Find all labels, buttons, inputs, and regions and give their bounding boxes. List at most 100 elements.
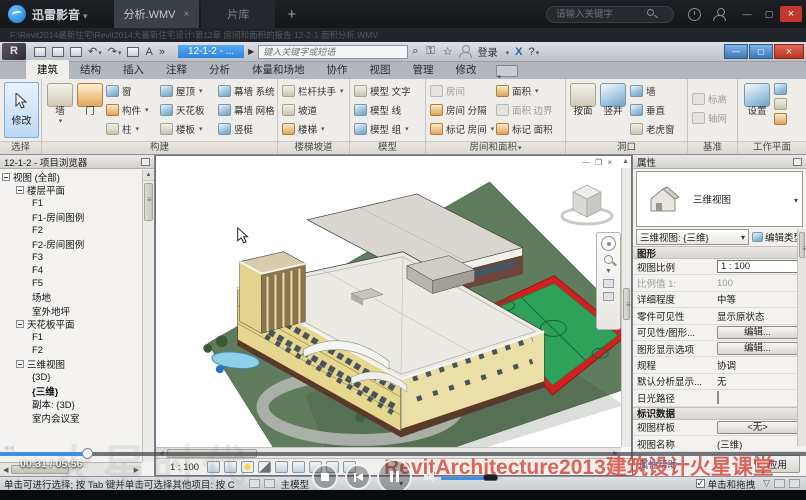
tree-item[interactable]: {3D} [0, 371, 142, 384]
scroll-up-icon[interactable]: ▲ [143, 170, 154, 181]
subscription-key-icon[interactable]: ⚿ [426, 45, 434, 58]
vertical-opening-button[interactable]: 垂直 [628, 100, 684, 119]
video-content[interactable]: F:\Revit2014最新住宅\Revit2014大最新住宅设计\第12章 房… [0, 28, 806, 490]
active-design-option[interactable]: 主模型 [281, 477, 310, 491]
tree-item[interactable]: 室内会议室 [0, 411, 142, 424]
wall-button[interactable]: 墙 [44, 81, 76, 127]
detail-level-icon[interactable] [207, 461, 220, 473]
type-dropdown[interactable]: 三维视图: {三维} ▾ [636, 229, 749, 245]
property-row[interactable]: 图形显示选项编辑... [633, 341, 806, 357]
grid-button[interactable]: 轴网 [690, 108, 736, 127]
pause-button[interactable] [377, 459, 412, 494]
revit-restore-button[interactable] [749, 44, 773, 59]
tree-item[interactable]: 楼层平面 [0, 183, 142, 196]
property-row[interactable]: 日光路径 [633, 390, 806, 406]
scroll-right-icon[interactable]: ▶ [131, 466, 142, 474]
rewind-icon[interactable] [3, 444, 14, 452]
tab-annotate[interactable]: 注释 [155, 60, 198, 79]
viewcube[interactable] [559, 178, 617, 228]
drawing-area[interactable]: —❐× ▲ ▼ [155, 155, 632, 476]
tab-analyze[interactable]: 分析 [198, 60, 241, 79]
properties-scrollbar[interactable] [797, 229, 806, 446]
navigation-bar[interactable]: ▼ [596, 232, 621, 330]
column-button[interactable]: 柱 [104, 119, 158, 138]
tree-item[interactable]: 天花板平面 [0, 317, 142, 330]
revit-close-button[interactable] [774, 44, 804, 59]
visual-style-icon[interactable] [224, 461, 237, 473]
floor-button[interactable]: 楼板 [158, 119, 216, 138]
redo-icon[interactable]: ↷ [108, 45, 122, 58]
tree-item[interactable]: F2 [0, 344, 142, 357]
chevron-down-icon[interactable]: ▾ [794, 196, 798, 205]
room-button[interactable]: 房间 [428, 81, 494, 100]
video-progress-bar[interactable] [0, 452, 806, 456]
text-icon[interactable]: A [145, 46, 152, 58]
tree-item[interactable]: 视图 (全部) [0, 170, 142, 183]
chevron-down-icon[interactable]: ▼ [605, 268, 612, 275]
tree-item-active-view[interactable]: {三维} [0, 384, 142, 397]
tab-view[interactable]: 视图 [359, 60, 402, 79]
tree-item[interactable]: 室外地坪 [0, 304, 142, 317]
property-row[interactable]: 规程协调 [633, 357, 806, 373]
roof-button[interactable]: 屋顶 [158, 81, 216, 100]
open-icon[interactable] [34, 47, 46, 57]
property-row[interactable]: 比例值 1:100 [633, 275, 806, 291]
property-row[interactable]: 视图比例1 : 100 [633, 259, 806, 275]
model-group-button[interactable]: 模型 组 [352, 119, 424, 138]
view-scale-value[interactable]: 1 : 100 [717, 260, 798, 273]
tree-item[interactable]: F5 [0, 277, 142, 290]
wall-opening-button[interactable]: 墙 [628, 81, 684, 100]
ribbon-state-toggle-icon[interactable] [496, 65, 518, 77]
tree-item[interactable]: 场地 [0, 291, 142, 304]
sun-path-icon[interactable] [241, 461, 254, 473]
player-logo-icon[interactable] [8, 5, 26, 23]
tab-structure[interactable]: 结构 [69, 60, 112, 79]
history-clock-icon[interactable] [688, 8, 701, 21]
tree-item[interactable]: F3 [0, 250, 142, 263]
revit-app-button[interactable]: R [2, 43, 26, 60]
property-row[interactable]: 可见性/图形...编辑... [633, 325, 806, 341]
type-selector[interactable]: 三维视图 ▾ [636, 171, 803, 227]
steering-wheel-icon[interactable] [601, 236, 616, 251]
show-workplane-icon[interactable] [774, 83, 787, 95]
modify-button[interactable]: 修改 [4, 82, 39, 138]
room-separator-button[interactable]: 房间 分隔 [428, 100, 494, 119]
nav-option-icon[interactable] [603, 292, 614, 301]
view-window-buttons[interactable]: —❐× [582, 158, 617, 167]
area-button[interactable]: 面积 [494, 81, 564, 100]
revit-minimize-button[interactable] [724, 44, 748, 59]
new-tab-button[interactable]: + [287, 6, 296, 23]
edit-button[interactable]: 编辑... [717, 342, 798, 355]
search-icon[interactable] [647, 9, 654, 16]
collapse-icon[interactable] [16, 186, 24, 194]
property-row[interactable]: 默认分析显示...无 [633, 374, 806, 390]
ramp-button[interactable]: 坡道 [280, 100, 348, 119]
tree-item[interactable]: F1 [0, 331, 142, 344]
viewer-icon[interactable] [774, 113, 787, 125]
zoom-icon[interactable] [604, 255, 613, 264]
shaft-button[interactable]: 竖井 [598, 81, 628, 117]
tree-item[interactable]: F1-房间图例 [0, 210, 142, 223]
scrollbar-handle[interactable] [799, 232, 805, 258]
scroll-up-icon[interactable]: ▲ [622, 158, 629, 165]
tree-item[interactable]: F4 [0, 264, 142, 277]
tree-item[interactable]: 三维视图 [0, 357, 142, 370]
tab-massing-site[interactable]: 体量和场地 [241, 60, 316, 79]
save-icon[interactable] [52, 47, 64, 57]
tag-room-button[interactable]: 标记 房间 [428, 119, 494, 138]
ceiling-button[interactable]: 天花板 [158, 100, 216, 119]
worksets-icon[interactable] [249, 479, 260, 488]
railing-button[interactable]: 栏杆扶手 [280, 81, 348, 100]
area-boundary-button[interactable]: 面积 边界 [494, 100, 564, 119]
section-identity-data[interactable]: 标识数据▲ [633, 407, 806, 420]
design-options-icon[interactable] [264, 479, 275, 488]
rendering-icon[interactable] [275, 461, 288, 473]
tree-item[interactable]: F2-房间图例 [0, 237, 142, 250]
communication-icon[interactable]: ☆ [443, 45, 453, 58]
player-tab-library[interactable]: 片库 [201, 0, 275, 28]
curtain-grid-button[interactable]: 幕墙 网格 [216, 100, 278, 119]
signin-dropdown-icon[interactable] [505, 46, 510, 58]
ref-plane-icon[interactable] [774, 98, 787, 110]
opening-by-face-button[interactable]: 按面 [568, 81, 598, 117]
component-button[interactable]: 构件 [104, 100, 158, 119]
